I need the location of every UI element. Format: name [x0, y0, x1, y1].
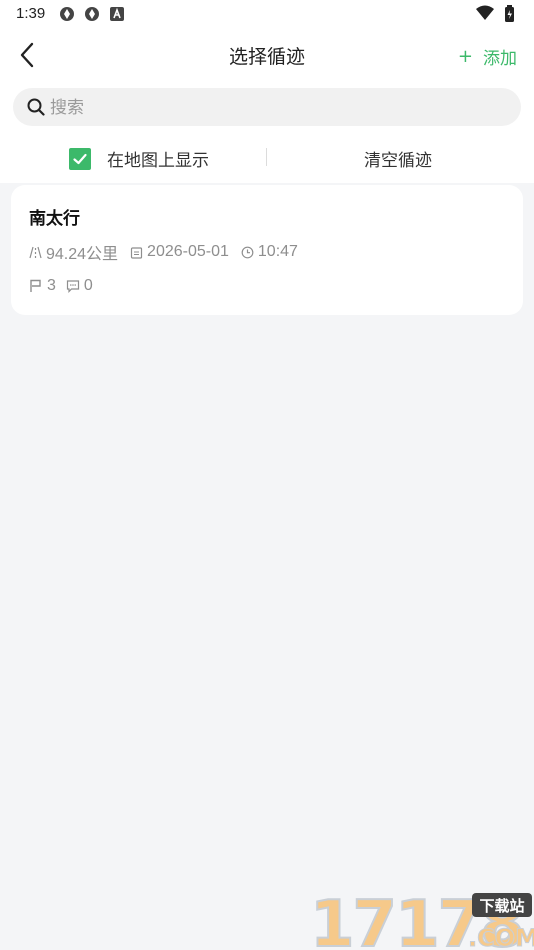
- calendar-icon: [130, 246, 143, 259]
- comment-icon: [66, 280, 80, 293]
- divider: [266, 148, 267, 166]
- status-bar: 1:39: [0, 0, 534, 28]
- page-title: 选择循迹: [228, 46, 305, 68]
- aperture-icon: [85, 7, 99, 21]
- track-date: 2026-05-01: [147, 243, 229, 260]
- track-time: 10:47: [257, 243, 298, 260]
- checkmark-icon: [73, 153, 87, 164]
- header: 选择循迹 + 添加: [0, 30, 534, 80]
- clear-tracks-button[interactable]: 清空循迹: [364, 146, 432, 171]
- watermark-domain: .COM: [468, 924, 534, 950]
- track-comments-count: 0: [83, 277, 93, 294]
- track-meta-row: 94.24公里 2026-05-01 10:47: [29, 240, 298, 264]
- clock-icon: [241, 246, 254, 258]
- search-input[interactable]: [48, 88, 512, 128]
- wifi-icon: [476, 5, 494, 20]
- wifi-battery-icons: [476, 5, 514, 22]
- aperture-icon: [60, 7, 74, 21]
- track-waypoints-count: 3: [47, 277, 56, 294]
- watermark-badge: 下载站: [479, 897, 524, 915]
- search-box[interactable]: [13, 88, 521, 128]
- add-button-label: 添加: [483, 49, 517, 69]
- options-row: 在地图上显示 清空循迹: [0, 138, 534, 178]
- search-icon: [27, 98, 45, 116]
- track-distance: 94.24公里: [46, 246, 119, 263]
- site-watermark: 17178 下载站 .COM: [309, 888, 534, 950]
- battery-charging-icon: [505, 5, 514, 22]
- flag-icon: [30, 279, 41, 292]
- add-button[interactable]: + 添加: [458, 44, 517, 69]
- show-on-map-toggle[interactable]: 在地图上显示: [69, 146, 209, 171]
- show-on-map-checkbox[interactable]: [69, 147, 91, 170]
- track-stats-row: 3 0: [29, 277, 93, 295]
- road-icon: [29, 246, 42, 258]
- font-a-icon: [110, 7, 124, 21]
- plus-icon: +: [457, 46, 473, 67]
- status-time: 1:39: [16, 5, 46, 22]
- track-name: 南太行: [29, 209, 80, 229]
- show-on-map-label: 在地图上显示: [107, 151, 209, 171]
- track-card[interactable]: 南太行 94.24公里 2026-05-01 10:47 3 0: [11, 185, 523, 315]
